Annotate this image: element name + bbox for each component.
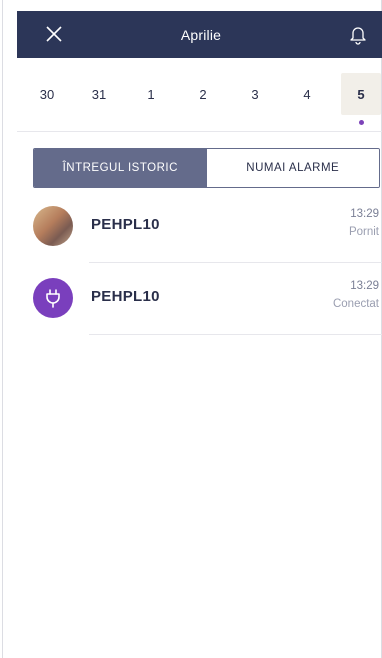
date-label: 4 bbox=[303, 86, 311, 102]
event-status: Conectat bbox=[332, 298, 379, 310]
date-label: 30 bbox=[39, 86, 55, 102]
history-filter-toggle: ÎNTREGUL ISTORIC NUMAI ALARME bbox=[33, 148, 380, 188]
date-item[interactable]: 3 bbox=[235, 73, 275, 115]
event-indicator-dot bbox=[359, 120, 364, 125]
date-strip: 30 31 1 2 3 4 5 bbox=[17, 73, 382, 115]
tab-all-history[interactable]: ÎNTREGUL ISTORIC bbox=[34, 149, 207, 187]
date-item[interactable]: 1 bbox=[131, 73, 171, 115]
list-item[interactable]: PEHPL10 13:29 Conectat bbox=[17, 263, 382, 335]
divider bbox=[17, 131, 382, 132]
top-bar: Aprilie bbox=[17, 11, 382, 58]
device-photo-avatar bbox=[33, 206, 73, 246]
date-item[interactable]: 31 bbox=[79, 73, 119, 115]
plug-icon bbox=[46, 289, 60, 308]
event-time: 13:29 bbox=[350, 208, 379, 220]
bell-icon[interactable] bbox=[347, 23, 369, 45]
event-time: 13:29 bbox=[350, 280, 379, 292]
device-avatar bbox=[33, 278, 73, 318]
tab-only-alarms[interactable]: NUMAI ALARME bbox=[206, 149, 379, 187]
event-status: Pornit bbox=[348, 226, 379, 238]
close-icon[interactable] bbox=[43, 23, 65, 45]
divider bbox=[89, 334, 382, 335]
date-item[interactable]: 4 bbox=[287, 73, 327, 115]
date-label: 5 bbox=[357, 86, 365, 102]
date-item[interactable]: 2 bbox=[183, 73, 223, 115]
list-item[interactable]: PEHPL10 13:29 Pornit bbox=[17, 191, 382, 263]
date-label: 31 bbox=[91, 86, 107, 102]
device-name: PEHPL10 bbox=[91, 288, 160, 305]
date-label: 1 bbox=[147, 86, 155, 102]
date-item-selected[interactable]: 5 bbox=[341, 73, 381, 115]
device-name: PEHPL10 bbox=[91, 216, 160, 233]
app-screen: Aprilie 30 31 1 2 3 4 5 ÎNTREGUL ISTORIC… bbox=[2, 0, 382, 658]
date-item[interactable]: 30 bbox=[27, 73, 67, 115]
date-label: 3 bbox=[251, 86, 259, 102]
page-title: Aprilie bbox=[180, 26, 222, 43]
date-label: 2 bbox=[199, 86, 207, 102]
